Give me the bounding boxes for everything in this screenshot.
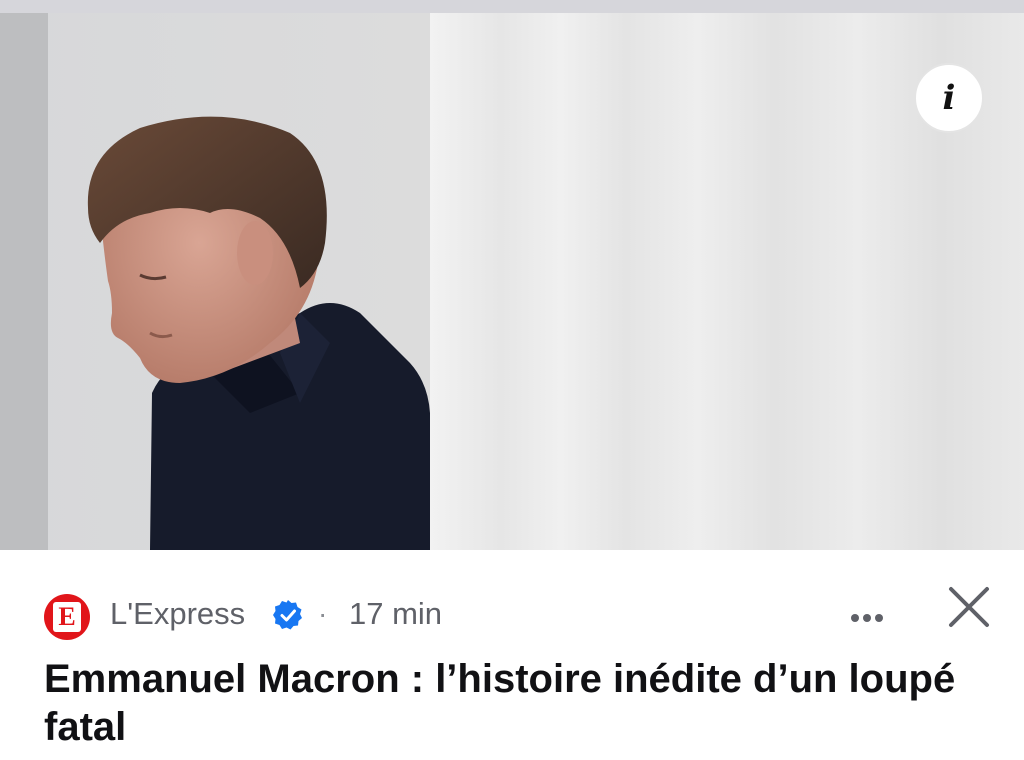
close-icon — [949, 587, 989, 627]
top-divider — [0, 0, 1024, 13]
source-name[interactable]: L'Express — [110, 594, 245, 634]
source-logo-letter: E — [53, 602, 81, 632]
meta-separator: · — [318, 598, 328, 629]
article-photo — [0, 13, 1024, 550]
verified-badge-icon — [273, 600, 302, 630]
close-button[interactable] — [943, 581, 995, 633]
article-meta-row: E L'Express · 17 min — [0, 585, 1024, 645]
more-options-button[interactable] — [842, 591, 892, 635]
article-image[interactable]: i — [0, 13, 1024, 550]
info-glyph: i — [942, 78, 956, 118]
info-icon[interactable]: i — [914, 63, 984, 133]
source-logo[interactable]: E — [44, 594, 90, 640]
post-age: 17 min — [349, 596, 443, 631]
article-headline[interactable]: Emmanuel Macron : l’histoire inédite d’u… — [44, 655, 984, 751]
more-options-icon — [851, 614, 883, 622]
